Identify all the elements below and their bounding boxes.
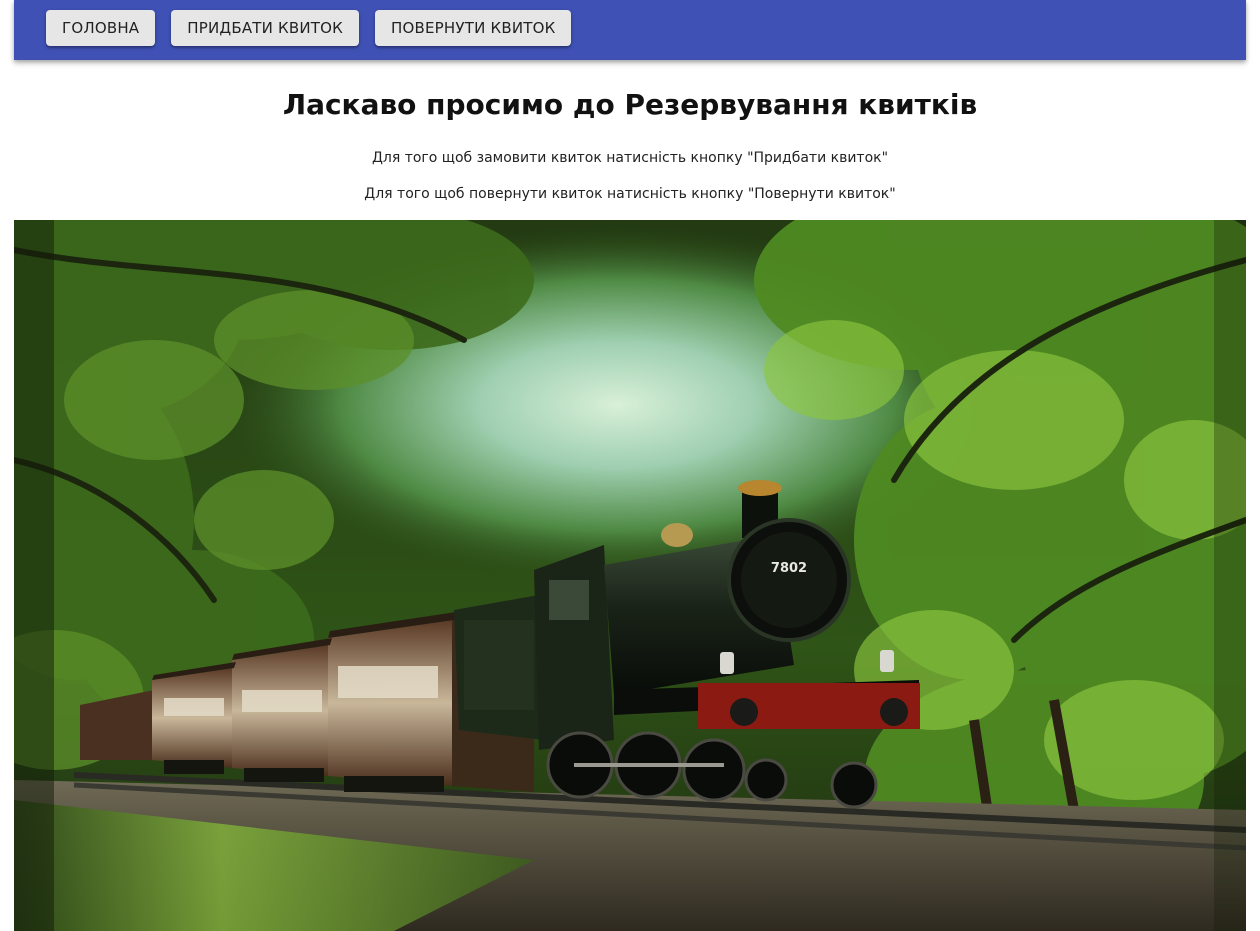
- buy-instruction-text: Для того щоб замовити квиток натисність …: [371, 150, 889, 166]
- home-button[interactable]: ГОЛОВНА: [46, 10, 156, 46]
- steam-train-forest-illustration: 7802: [14, 220, 1246, 931]
- page-title: Ласкаво просимо до Резервування квитків: [282, 88, 978, 121]
- app-bar: ГОЛОВНА ПРИДБАТИ КВИТОК ПОВЕРНУТИ КВИТОК: [14, 0, 1246, 60]
- return-instruction-text: Для того щоб повернути квиток натисність…: [364, 186, 896, 202]
- locomotive-number: 7802: [771, 561, 807, 576]
- return-ticket-button[interactable]: ПОВЕРНУТИ КВИТОК: [375, 10, 572, 46]
- buy-ticket-button[interactable]: ПРИДБАТИ КВИТОК: [171, 10, 360, 46]
- hero-image: 7802: [14, 220, 1246, 931]
